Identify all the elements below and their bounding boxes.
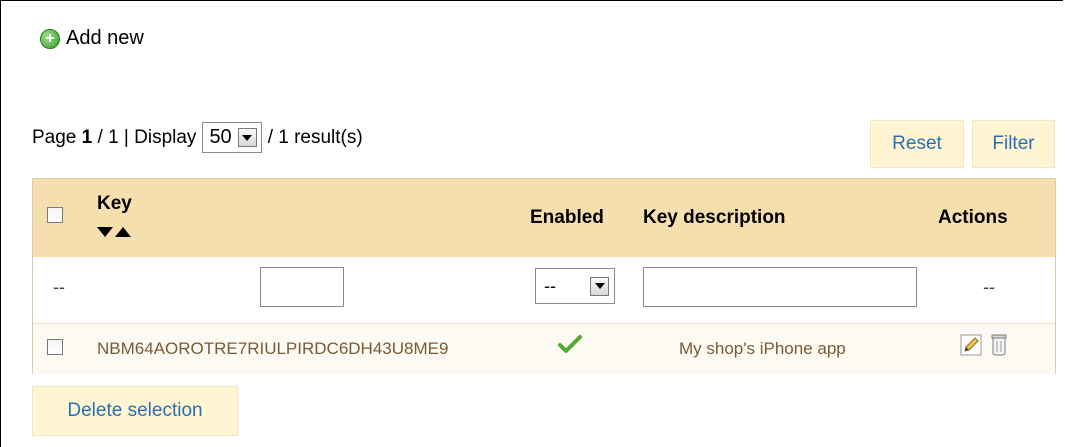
select-all-checkbox[interactable] (47, 207, 63, 223)
column-key: Key (97, 193, 132, 214)
per-page-value: 50 (209, 126, 232, 148)
column-description: Key description (643, 207, 786, 228)
page-separator: / 1 | Display (97, 126, 197, 148)
key-filter-input[interactable] (260, 267, 344, 307)
id-filter-placeholder: -- (53, 277, 65, 297)
filter-button[interactable]: Filter (972, 120, 1055, 168)
add-new-link[interactable]: + Add new (40, 27, 144, 50)
table-header: Key Enabled Key description Actions (33, 179, 1055, 258)
chevron-down-icon[interactable] (237, 128, 257, 147)
pencil-icon[interactable] (960, 334, 982, 356)
reset-button[interactable]: Reset (870, 120, 964, 168)
row-key[interactable]: NBM64AOROTRE7RIULPIRDC6DH43U8ME9 (97, 339, 448, 359)
column-actions: Actions (938, 207, 1008, 228)
sort-desc-icon[interactable] (97, 227, 113, 237)
pagination-bar: Page 1 / 1 | Display 50 / 1 result(s) (32, 122, 363, 153)
delete-selection-button[interactable]: Delete selection (32, 386, 238, 436)
chevron-down-icon[interactable] (590, 276, 609, 296)
row-description: My shop's iPhone app (679, 339, 846, 358)
per-page-select[interactable]: 50 (202, 122, 262, 153)
plus-circle-icon: + (40, 28, 60, 49)
current-page: 1 (81, 126, 93, 148)
add-new-label: Add new (66, 27, 144, 49)
enabled-filter-value: -- (544, 275, 556, 296)
trash-icon[interactable] (991, 333, 1007, 357)
page-label: Page (32, 126, 77, 148)
sort-asc-icon[interactable] (115, 227, 131, 237)
check-icon (558, 335, 582, 353)
sort-controls (97, 227, 131, 237)
column-enabled: Enabled (530, 207, 604, 228)
actions-filter-placeholder: -- (983, 277, 995, 297)
keys-table: Key Enabled Key description Actions -- -… (32, 178, 1056, 374)
enabled-filter-select[interactable]: -- (535, 268, 615, 304)
row-checkbox[interactable] (47, 339, 63, 355)
description-filter-input[interactable] (643, 267, 917, 307)
results-count: / 1 result(s) (267, 126, 363, 148)
